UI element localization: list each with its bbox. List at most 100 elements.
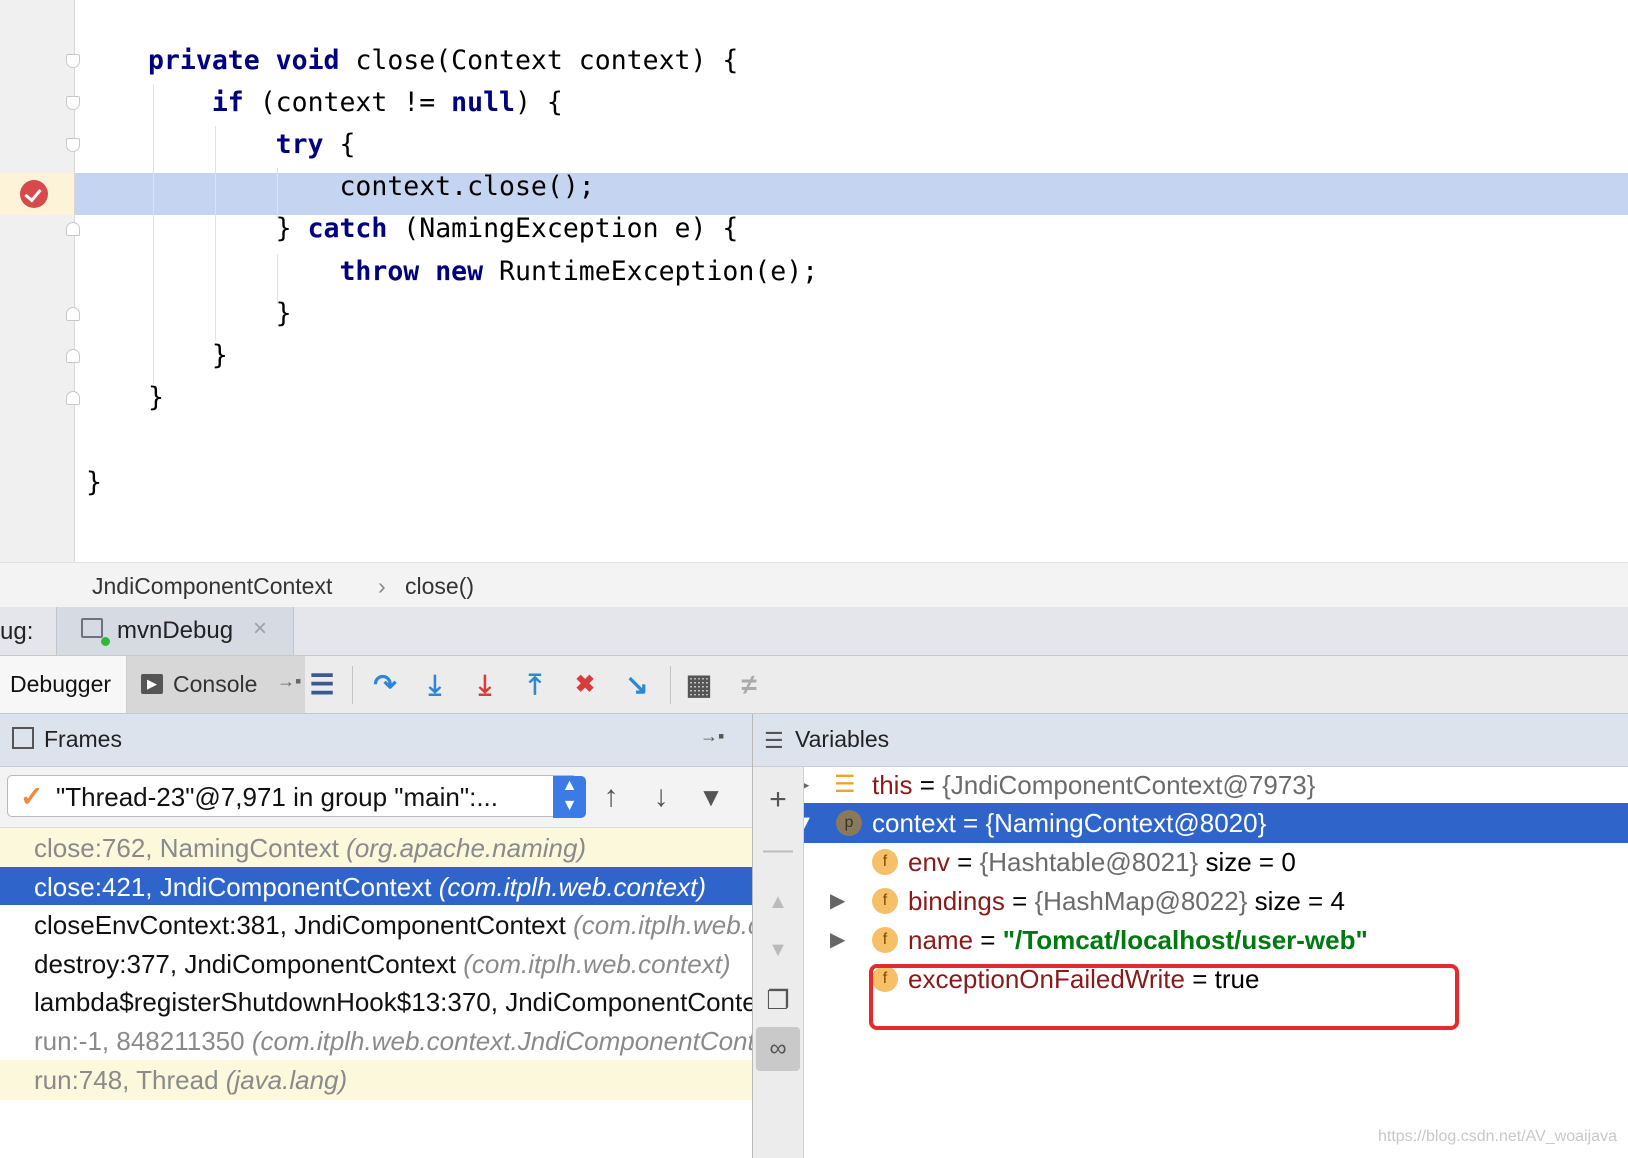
thread-select[interactable]: ✓ "Thread-23"@7,971 in group "main":... …: [7, 775, 586, 818]
fold-marker-icon[interactable]: [66, 138, 80, 152]
frame-row[interactable]: closeEnvContext:381, JndiComponentContex…: [0, 905, 752, 946]
breadcrumb-class[interactable]: JndiComponentContext: [92, 573, 332, 600]
code-line[interactable]: }: [148, 335, 228, 377]
close-icon[interactable]: ×: [253, 615, 267, 643]
remove-watch-icon[interactable]: —: [761, 833, 795, 867]
glasses-icon[interactable]: ∞: [756, 1027, 800, 1071]
parameter-badge-icon: p: [836, 810, 862, 836]
fields-icon: ☰: [834, 771, 856, 798]
fold-marker-icon[interactable]: [66, 307, 80, 321]
variable-row[interactable]: ▶ f name = "/Tomcat/localhost/user-web": [804, 920, 1628, 960]
variable-equals: =: [973, 925, 1003, 955]
watermark: https://blog.csdn.net/AV_woaijava: [1378, 1128, 1617, 1145]
frame-package: (com.itplh.web.context): [573, 910, 752, 941]
field-badge-icon: f: [872, 888, 898, 914]
fold-marker-icon[interactable]: [66, 391, 80, 405]
code-editor[interactable]: private void close(Context context) { if…: [0, 0, 1628, 562]
variable-extra: size = 0: [1198, 847, 1296, 877]
force-step-into-icon[interactable]: ⤓: [468, 668, 502, 702]
variable-value: "/Tomcat/localhost/user-web": [1002, 925, 1368, 955]
arrow-up-icon[interactable]: ↑: [594, 777, 628, 817]
code-line[interactable]: } catch (NamingException e) {: [148, 208, 739, 250]
code-line[interactable]: try {: [148, 124, 356, 166]
evaluate-icon[interactable]: ▦: [682, 668, 716, 702]
variables-side-toolbar: + — ▲ ▼ ❐ ∞: [753, 767, 804, 1158]
filter-icon[interactable]: ▼: [694, 777, 728, 817]
frame-method: destroy:377, JndiComponentContext: [34, 948, 464, 979]
debug-tool-window-header: ug: mvnDebug ×: [0, 607, 1628, 656]
fold-marker-icon[interactable]: [66, 96, 80, 110]
check-icon: ✓: [20, 781, 44, 812]
code-line[interactable]: if (context != null) {: [148, 82, 563, 124]
chevron-right-icon[interactable]: ▶: [804, 767, 809, 805]
frame-row[interactable]: run:-1, 848211350 (com.itplh.web.context…: [0, 1021, 752, 1061]
variable-name: context: [872, 808, 956, 838]
code-text: {: [323, 129, 356, 160]
step-out-icon[interactable]: ⤒: [518, 668, 552, 702]
frame-row[interactable]: close:421, JndiComponentContext (com.itp…: [0, 866, 752, 907]
variable-text: env = {Hashtable@8021} size = 0: [908, 842, 1296, 882]
frame-row[interactable]: lambda$registerShutdownHook$13:370, Jndi…: [0, 982, 752, 1023]
trace-icon[interactable]: ≠: [732, 668, 766, 702]
variable-row[interactable]: ▶ f bindings = {HashMap@8022} size = 4: [804, 881, 1628, 921]
breadcrumb: JndiComponentContext › close(): [0, 562, 1628, 608]
variables-tree[interactable]: ▶ ☰ this = {JndiComponentContext@7973} ▼ pco…: [804, 767, 1628, 1158]
frame-package: (org.apache.naming): [346, 833, 587, 863]
running-indicator-icon: [101, 637, 110, 646]
tab-debugger[interactable]: Debugger: [0, 656, 127, 713]
chevron-updown-icon[interactable]: ▲ ▼: [553, 776, 586, 818]
step-over-icon[interactable]: ↷: [368, 668, 402, 702]
frame-method: lambda$registerShutdownHook$13:370, Jndi…: [34, 987, 752, 1018]
code-line[interactable]: }: [148, 293, 292, 335]
breakpoint-icon[interactable]: [20, 180, 48, 208]
chevron-right-icon[interactable]: ▶: [830, 920, 845, 960]
debug-label: ug:: [0, 618, 34, 645]
variable-equals: =: [949, 847, 980, 877]
drop-frame-icon[interactable]: ✖: [568, 668, 602, 702]
frame-row[interactable]: destroy:377, JndiComponentContext (com.i…: [0, 943, 752, 984]
move-down-icon[interactable]: ▼: [761, 933, 795, 967]
code-keyword: null: [451, 87, 515, 118]
frame-row[interactable]: close:762, NamingContext (org.apache.nam…: [0, 828, 752, 868]
frames-title: Frames: [44, 726, 122, 752]
pin-icon[interactable]: →▪: [700, 726, 724, 747]
tab-console[interactable]: ▶ Console →▪: [127, 656, 305, 713]
code-line[interactable]: }: [86, 462, 102, 504]
code-keyword: private: [148, 45, 260, 76]
breadcrumb-separator: ›: [378, 573, 386, 599]
frames-list[interactable]: close:762, NamingContext (org.apache.nam…: [0, 828, 752, 1158]
variable-value: {Hashtable@8021}: [979, 847, 1199, 877]
breadcrumb-method[interactable]: close(): [405, 573, 474, 600]
variable-text: bindings = {HashMap@8022} size = 4: [908, 881, 1345, 921]
run-to-cursor-icon[interactable]: ↘: [620, 668, 654, 702]
variable-row[interactable]: f env = {Hashtable@8021} size = 0: [804, 842, 1628, 882]
code-text: }: [275, 213, 308, 244]
layout-icon[interactable]: ☰: [305, 668, 339, 702]
thread-select-value: "Thread-23"@7,971 in group "main":...: [56, 782, 498, 812]
arrow-down-icon[interactable]: ↓: [644, 777, 678, 817]
add-watch-icon[interactable]: +: [761, 783, 795, 817]
move-up-icon[interactable]: ▲: [761, 885, 795, 919]
variables-icon: ☰: [764, 728, 784, 753]
toolbar-separator: [352, 666, 353, 704]
fold-marker-icon[interactable]: [66, 349, 80, 363]
code-line[interactable]: throw new RuntimeException(e);: [148, 251, 818, 293]
copy-icon[interactable]: ❐: [761, 983, 795, 1017]
editor-gutter[interactable]: [0, 0, 75, 562]
chevron-right-icon[interactable]: ▶: [830, 881, 845, 921]
debug-session-tab[interactable]: mvnDebug ×: [56, 607, 294, 655]
variable-row[interactable]: ▶ ☰ this = {JndiComponentContext@7973}: [804, 767, 1628, 805]
code-line[interactable]: context.close();: [148, 166, 594, 208]
frame-row[interactable]: run:748, Thread (java.lang): [0, 1059, 752, 1100]
variable-row[interactable]: ▼ p context = {NamingContext@8020}: [804, 803, 1628, 843]
step-into-icon[interactable]: ⤓: [418, 668, 452, 702]
fold-marker-icon[interactable]: [66, 54, 80, 68]
code-keyword: try: [275, 129, 324, 160]
pin-icon[interactable]: →▪: [277, 671, 301, 692]
chevron-down-icon[interactable]: ▼: [804, 803, 814, 843]
code-line[interactable]: }: [148, 377, 164, 419]
code-line[interactable]: private void close(Context context) {: [148, 40, 738, 82]
fold-marker-icon[interactable]: [66, 222, 80, 236]
